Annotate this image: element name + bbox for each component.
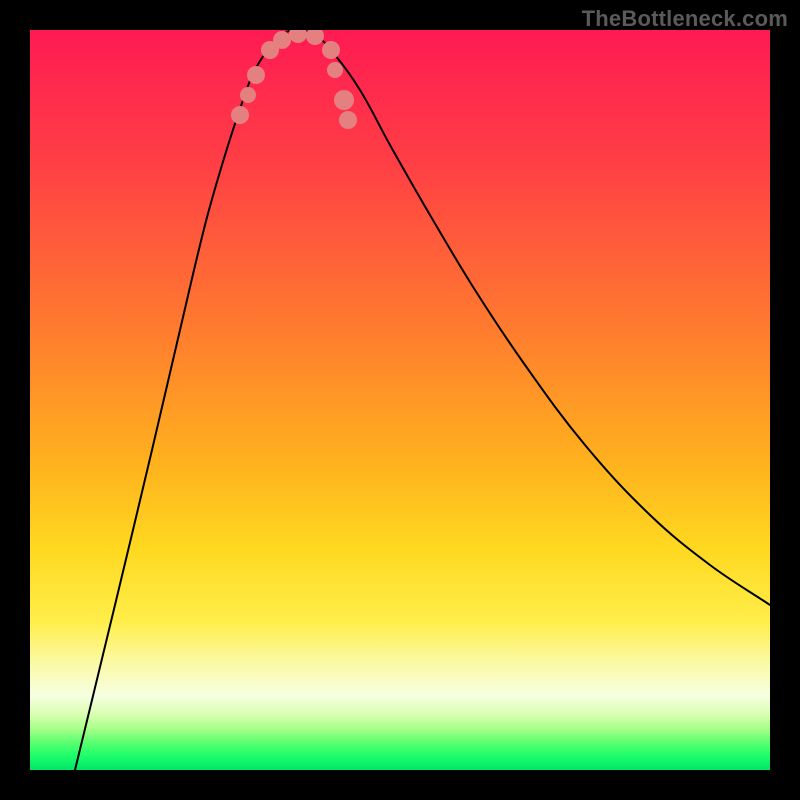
watermark-label: TheBottleneck.com: [582, 6, 788, 32]
plot-area: [30, 30, 770, 770]
highlight-dot: [306, 30, 324, 45]
highlight-dot: [339, 111, 357, 129]
highlight-dot: [273, 31, 291, 49]
highlight-dots: [231, 30, 357, 129]
highlight-dot: [231, 106, 249, 124]
highlight-dot: [247, 66, 265, 84]
chart-container: TheBottleneck.com: [0, 0, 800, 800]
highlight-dot: [289, 30, 307, 43]
highlight-dot: [327, 62, 343, 78]
bottleneck-curve: [75, 30, 770, 770]
curve-svg: [30, 30, 770, 770]
highlight-dot: [334, 90, 354, 110]
highlight-dot: [240, 87, 256, 103]
highlight-dot: [322, 41, 340, 59]
